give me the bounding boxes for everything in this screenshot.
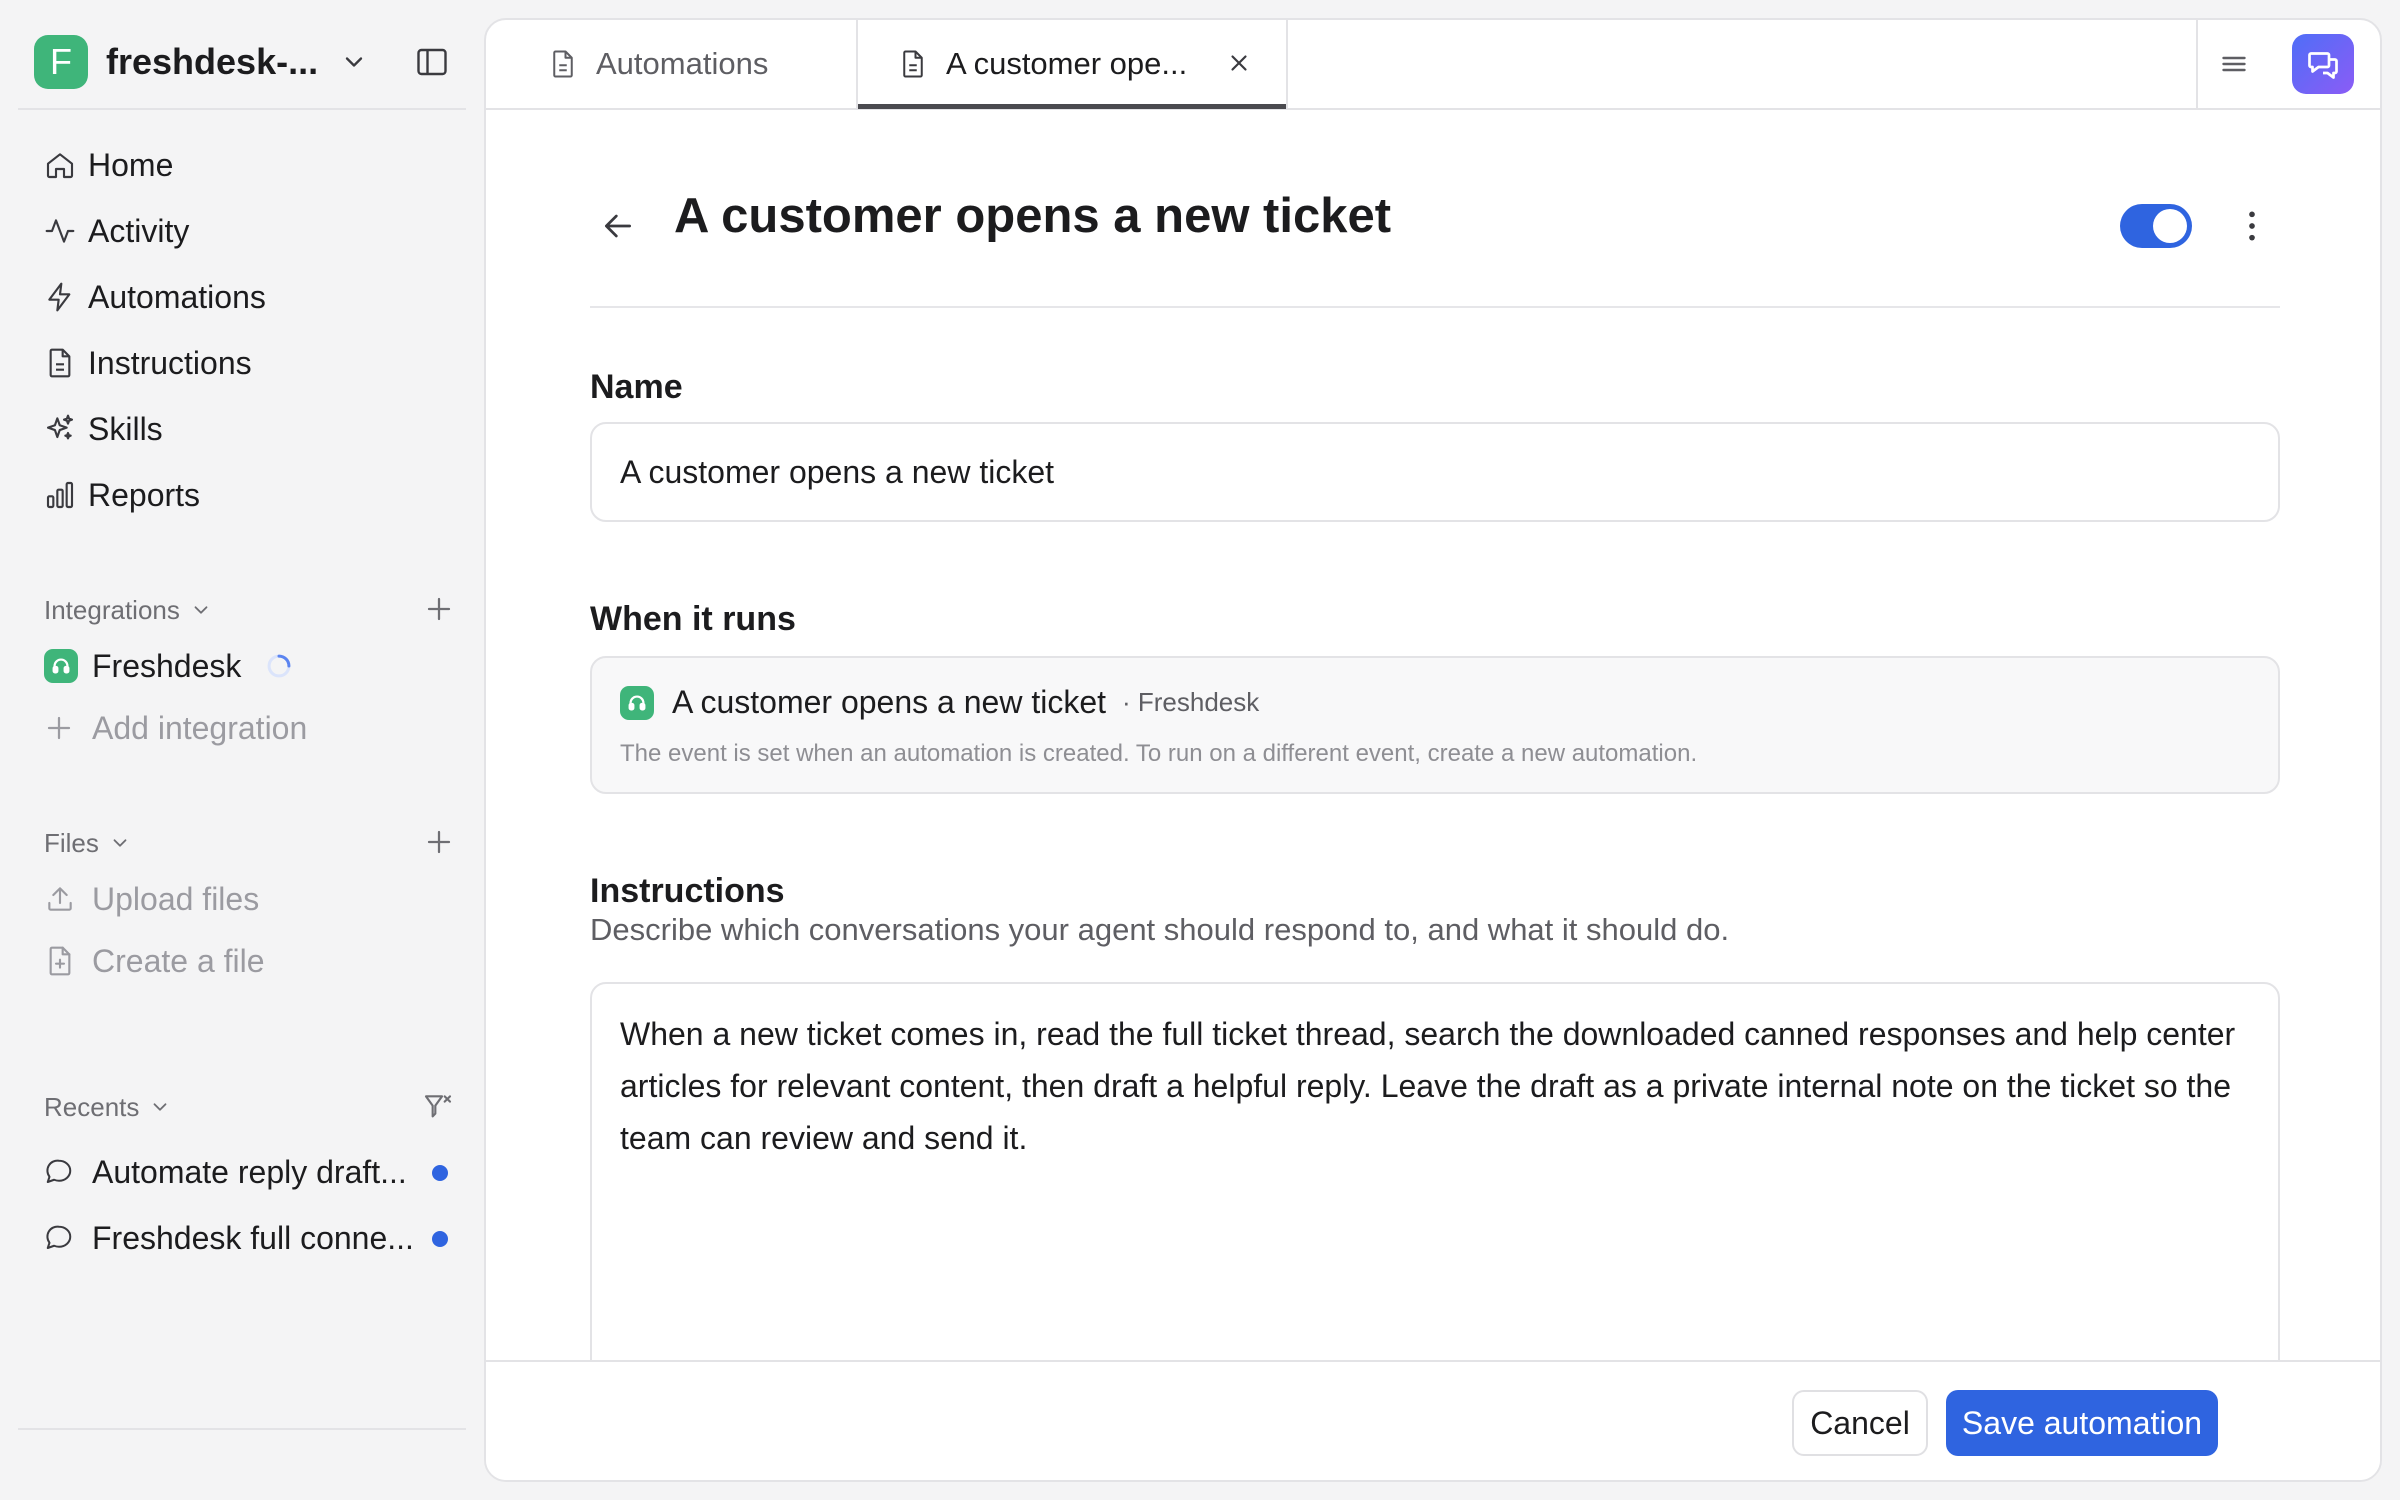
sidebar-item-label: Automations [88,278,266,315]
chevron-down-icon[interactable] [340,48,368,76]
page-title: A customer opens a new ticket [674,189,1392,243]
sidebar-item-label: Instructions [88,344,252,381]
sidebar-item-label: Skills [88,410,163,447]
add-integration-label: Add integration [92,709,308,746]
chevron-down-icon [149,1096,171,1118]
recent-item-label: Automate reply draft... [92,1153,407,1190]
chat-bubble-icon [44,1223,92,1253]
add-integration-link[interactable]: Add integration [44,703,464,753]
chat-icon [2305,46,2341,82]
instructions-description: Describe which conversations your agent … [590,912,1730,947]
create-file-label: Create a file [92,942,265,979]
activity-icon [34,215,88,247]
chevron-down-icon [190,599,212,621]
section-label: Recents [44,1091,140,1122]
tab-label: A customer ope... [946,46,1188,81]
plus-icon [44,713,92,743]
menu-icon[interactable] [2216,46,2252,82]
instructions-textarea[interactable]: When a new ticket comes in, read the ful… [590,982,2280,1402]
tab-bar-divider [2196,20,2198,108]
integration-label: Freshdesk [92,647,242,684]
home-icon [34,149,88,181]
trigger-note: The event is set when an automation is c… [620,740,1698,767]
more-options-icon[interactable] [2232,206,2272,246]
create-file-link[interactable]: Create a file [44,936,464,986]
recent-item[interactable]: Freshdesk full conne... [44,1213,464,1263]
automation-enabled-toggle[interactable] [2120,204,2192,248]
add-file-plus-icon[interactable] [424,827,454,857]
toggle-knob [2153,209,2187,243]
document-icon [538,49,588,79]
sidebar-item-home[interactable]: Home [34,137,454,193]
recent-item-label: Freshdesk full conne... [92,1219,414,1256]
sidebar-item-automations[interactable]: Automations [34,269,454,325]
section-label: Integrations [44,594,180,625]
chevron-down-icon [109,832,131,854]
section-label: Files [44,827,99,858]
upload-icon [44,883,92,915]
files-section-header[interactable]: Files [44,823,454,863]
sidebar-item-instructions[interactable]: Instructions [34,335,454,391]
automation-editor: A customer opens a new ticket Name When … [486,110,2380,1402]
tab-automations[interactable]: Automations [486,20,856,108]
sidebar-toggle-icon[interactable] [414,44,450,80]
sidebar: F freshdesk-... Home Activity Automation… [0,0,484,1500]
bar-chart-icon [34,479,88,511]
add-integration-plus-icon[interactable] [424,594,454,624]
trigger-card: A customer opens a new ticket · Freshdes… [590,656,2280,794]
sidebar-item-label: Home [88,146,174,183]
document-icon [888,49,938,79]
loading-spinner-icon [265,652,293,680]
sidebar-item-skills[interactable]: Skills [34,401,454,457]
lightning-icon [34,281,88,313]
assistant-chat-button[interactable] [2292,34,2354,94]
freshdesk-headset-icon [44,649,78,683]
integrations-section-header[interactable]: Integrations [44,590,454,630]
sidebar-divider [18,1428,466,1430]
header-divider [590,306,2280,308]
sparkles-icon [34,413,88,445]
sidebar-divider [18,108,466,110]
main-panel: Automations A customer ope... A customer… [484,18,2382,1482]
workspace-switcher[interactable]: F freshdesk-... [34,34,462,90]
freshdesk-headset-icon [620,685,654,720]
tab-bar: Automations A customer ope... [486,20,2380,110]
trigger-title: A customer opens a new ticket [672,684,1106,720]
sidebar-item-activity[interactable]: Activity [34,203,454,259]
tab-label: Automations [596,46,769,81]
active-tab-indicator [858,104,1286,109]
workspace-name: freshdesk-... [106,41,319,82]
unread-dot [432,1165,448,1181]
close-icon[interactable] [1226,50,1252,76]
automation-name-input[interactable] [590,422,2280,522]
filter-clear-icon[interactable] [422,1091,454,1123]
sidebar-item-label: Activity [88,212,190,249]
tab-automation-detail[interactable]: A customer ope... [856,20,1288,108]
cancel-button[interactable]: Cancel [1792,1390,1928,1456]
sidebar-item-label: Reports [88,476,201,513]
sidebar-item-reports[interactable]: Reports [34,467,454,523]
save-automation-button[interactable]: Save automation [1946,1390,2218,1456]
back-arrow-icon[interactable] [598,206,638,246]
integration-item-freshdesk[interactable]: Freshdesk [44,641,464,691]
new-file-icon [44,945,92,977]
workspace-avatar: F [34,35,88,89]
unread-dot [432,1231,448,1247]
trigger-app: · Freshdesk [1122,687,1260,717]
editor-footer: Cancel Save automation [486,1360,2380,1480]
chat-bubble-icon [44,1157,92,1187]
recents-section-header[interactable]: Recents [44,1087,454,1127]
when-it-runs-label: When it runs [590,600,796,638]
document-icon [34,347,88,379]
recent-item[interactable]: Automate reply draft... [44,1147,464,1197]
name-label: Name [590,368,683,406]
upload-files-label: Upload files [92,880,260,917]
upload-files-link[interactable]: Upload files [44,874,464,924]
instructions-label: Instructions [590,872,785,910]
